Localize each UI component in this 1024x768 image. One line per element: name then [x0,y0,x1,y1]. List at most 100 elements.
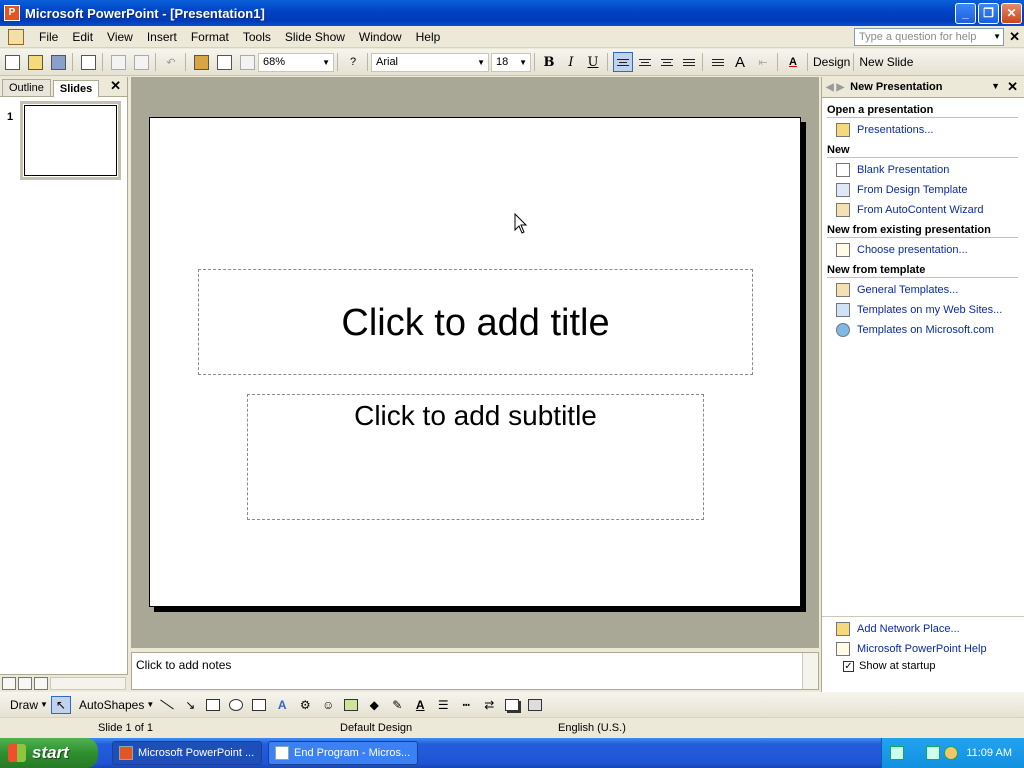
increase-font-icon[interactable]: A [729,51,751,73]
link-autocontent-wizard[interactable]: From AutoContent Wizard [836,202,1024,218]
keyboard-icon[interactable] [890,746,904,760]
arrow-icon[interactable]: ↘ [180,696,200,714]
notes-pane[interactable]: Click to add notes [131,652,819,690]
help-search-input[interactable]: Type a question for help ▼ [854,28,1004,46]
italic-button[interactable]: I [560,55,582,70]
link-web-templates[interactable]: Templates on my Web Sites... [836,302,1024,318]
wordart-icon[interactable]: A [272,696,292,714]
bold-button[interactable]: B [538,55,560,70]
menu-slide-show[interactable]: Slide Show [278,26,352,48]
title-placeholder[interactable]: Click to add title [198,269,753,375]
copy-icon[interactable] [107,51,129,73]
link-add-network-place[interactable]: Add Network Place... [836,621,1024,637]
line-color-icon[interactable]: ✎ [387,696,407,714]
bullets-icon[interactable] [708,52,728,72]
menu-tools[interactable]: Tools [236,26,278,48]
menu-file[interactable]: File [32,26,65,48]
chevron-down-icon[interactable]: ▼ [519,54,527,71]
chevron-down-icon[interactable]: ▼ [322,54,330,71]
save-icon[interactable] [47,51,69,73]
print-icon[interactable] [77,51,99,73]
horizontal-scrollbar[interactable] [50,677,126,690]
rectangle-icon[interactable] [203,696,223,714]
menu-insert[interactable]: Insert [140,26,184,48]
chevron-down-icon[interactable]: ▼ [477,54,485,71]
show-at-startup-checkbox[interactable]: ✓ Show at startup [843,660,1024,672]
clip-art-icon[interactable]: ☺ [318,696,338,714]
powerpoint-app-icon[interactable]: P [4,5,20,21]
link-from-design-template[interactable]: From Design Template [836,182,1024,198]
new-icon[interactable] [1,51,23,73]
fill-color-icon[interactable]: ◆ [364,696,384,714]
picture-icon[interactable] [341,696,361,714]
menu-format[interactable]: Format [184,26,236,48]
close-pane-icon[interactable]: ✕ [110,78,121,94]
new-slide-button[interactable]: New Slide [859,55,913,69]
dash-style-icon[interactable]: ┅ [456,696,476,714]
chevron-down-icon[interactable]: ▼ [40,700,48,709]
arrow-style-icon[interactable]: ⇄ [479,696,499,714]
shadow-icon[interactable] [502,696,522,714]
notes-scrollbar[interactable] [802,653,818,689]
menu-view[interactable]: View [100,26,140,48]
font-color-icon[interactable]: A [410,696,430,714]
subtitle-placeholder[interactable]: Click to add subtitle [247,394,704,520]
slide-thumbnail[interactable] [20,101,121,180]
decrease-indent-icon[interactable]: ⇤ [752,51,774,73]
close-task-pane-icon[interactable]: ✕ [1007,79,1018,95]
help-icon[interactable]: ? [342,51,364,73]
menu-help[interactable]: Help [409,26,448,48]
table-icon[interactable] [213,51,235,73]
grid-icon[interactable] [236,51,258,73]
justify-icon[interactable] [679,52,699,72]
text-box-icon[interactable] [249,696,269,714]
chevron-down-icon[interactable]: ▼ [146,700,154,709]
search-icon[interactable] [944,746,958,760]
link-blank-presentation[interactable]: Blank Presentation [836,162,1024,178]
design-button[interactable]: Design [813,55,850,69]
taskbar-item-powerpoint[interactable]: Microsoft PowerPoint ... [112,741,262,765]
open-icon[interactable] [24,51,46,73]
close-document-icon[interactable]: ✕ [1009,29,1020,45]
diagram-icon[interactable]: ⚙ [295,696,315,714]
zoom-select[interactable]: 68% ▼ [258,52,334,72]
taskbar-item-end-program[interactable]: End Program - Micros... [268,741,418,765]
normal-view-icon[interactable] [2,677,16,690]
menu-window[interactable]: Window [352,26,409,48]
undo-icon[interactable]: ↶ [160,51,182,73]
line-icon[interactable] [157,696,177,714]
link-presentations[interactable]: Presentations... [836,122,1024,138]
restore-button[interactable]: ❐ [978,3,999,24]
minimize-button[interactable]: _ [955,3,976,24]
oval-icon[interactable] [226,696,246,714]
align-left-icon[interactable] [613,52,633,72]
document-icon[interactable] [8,28,24,45]
tab-slides[interactable]: Slides [52,80,100,97]
start-button[interactable]: start [0,738,98,768]
tab-outline[interactable]: Outline [2,79,51,96]
back-arrow-icon[interactable]: ◀ ▶ [826,82,844,93]
link-general-templates[interactable]: General Templates... [836,282,1024,298]
close-button[interactable]: ✕ [1001,3,1022,24]
slide-canvas[interactable]: Click to add title Click to add subtitle [149,117,801,607]
font-size-select[interactable]: 18 ▼ [491,52,531,72]
3d-icon[interactable] [525,696,545,714]
slide-sorter-view-icon[interactable] [18,677,32,690]
chevron-down-icon[interactable]: ▼ [991,81,1000,91]
select-objects-icon[interactable]: ↖ [50,695,71,714]
link-choose-presentation[interactable]: Choose presentation... [836,242,1024,258]
draw-menu-button[interactable]: Draw [10,698,38,712]
link-powerpoint-help[interactable]: Microsoft PowerPoint Help [836,641,1024,657]
chevron-down-icon[interactable]: ▼ [993,29,1001,45]
paste-icon[interactable] [130,51,152,73]
slide-show-view-icon[interactable] [34,677,48,690]
menu-edit[interactable]: Edit [65,26,100,48]
font-select[interactable]: Arial ▼ [371,52,489,72]
align-center-icon[interactable] [635,52,655,72]
align-right-icon[interactable] [657,52,677,72]
autoshapes-menu-button[interactable]: AutoShapes [79,698,144,712]
line-style-icon[interactable]: ☰ [433,696,453,714]
underline-button[interactable]: U [582,55,604,70]
chart-icon[interactable] [190,51,212,73]
font-color-icon[interactable]: A [782,51,804,73]
